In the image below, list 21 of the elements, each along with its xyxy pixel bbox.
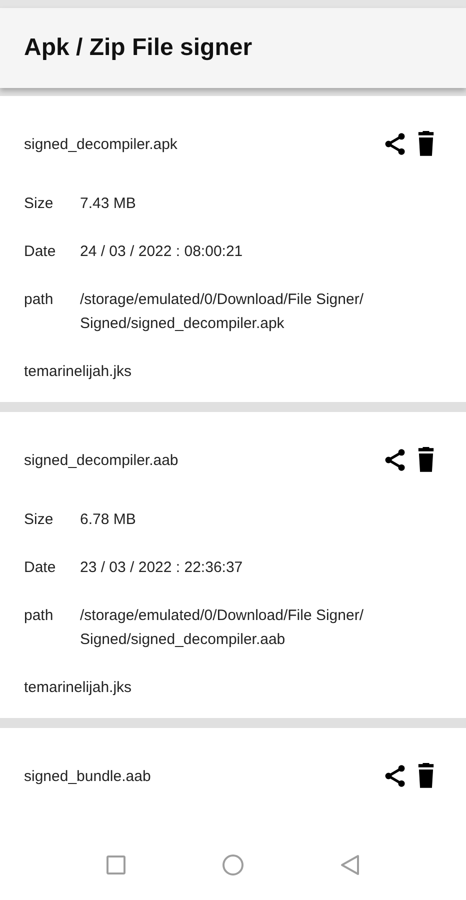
back-icon[interactable] [340, 854, 360, 876]
recents-icon[interactable] [106, 855, 126, 875]
detail-value: 7.43 MB [80, 194, 137, 214]
keystore-name: temarinelijah.jks [24, 678, 132, 698]
detail-label: Date [24, 242, 57, 262]
detail-value: /storage/emulated/0/Download/File Signer/ Signed/signed_decompiler.aab [80, 606, 364, 650]
detail-value: 24 / 03 / 2022 : 08:00:21 [80, 242, 244, 262]
detail-label: Size [24, 194, 54, 214]
home-icon[interactable] [222, 854, 244, 876]
detail-label: path [24, 606, 54, 626]
detail-value: 23 / 03 / 2022 : 22:36:37 [80, 558, 244, 578]
file-name: signed_bundle.aab [24, 768, 151, 784]
detail-value: /storage/emulated/0/Download/File Signer/ Signed/signed_decompiler.apk [80, 290, 364, 334]
file-name: signed_decompiler.aab [24, 452, 178, 468]
detail-value: 6.78 MB [80, 510, 137, 530]
detail-label: path [24, 290, 54, 310]
file-name: signed_decompiler.apk [24, 136, 178, 152]
detail-label: Date [24, 558, 57, 578]
detail-label: Size [24, 510, 54, 530]
keystore-name: temarinelijah.jks [24, 362, 132, 382]
app-title: Apk / Zip File signer [24, 34, 252, 62]
